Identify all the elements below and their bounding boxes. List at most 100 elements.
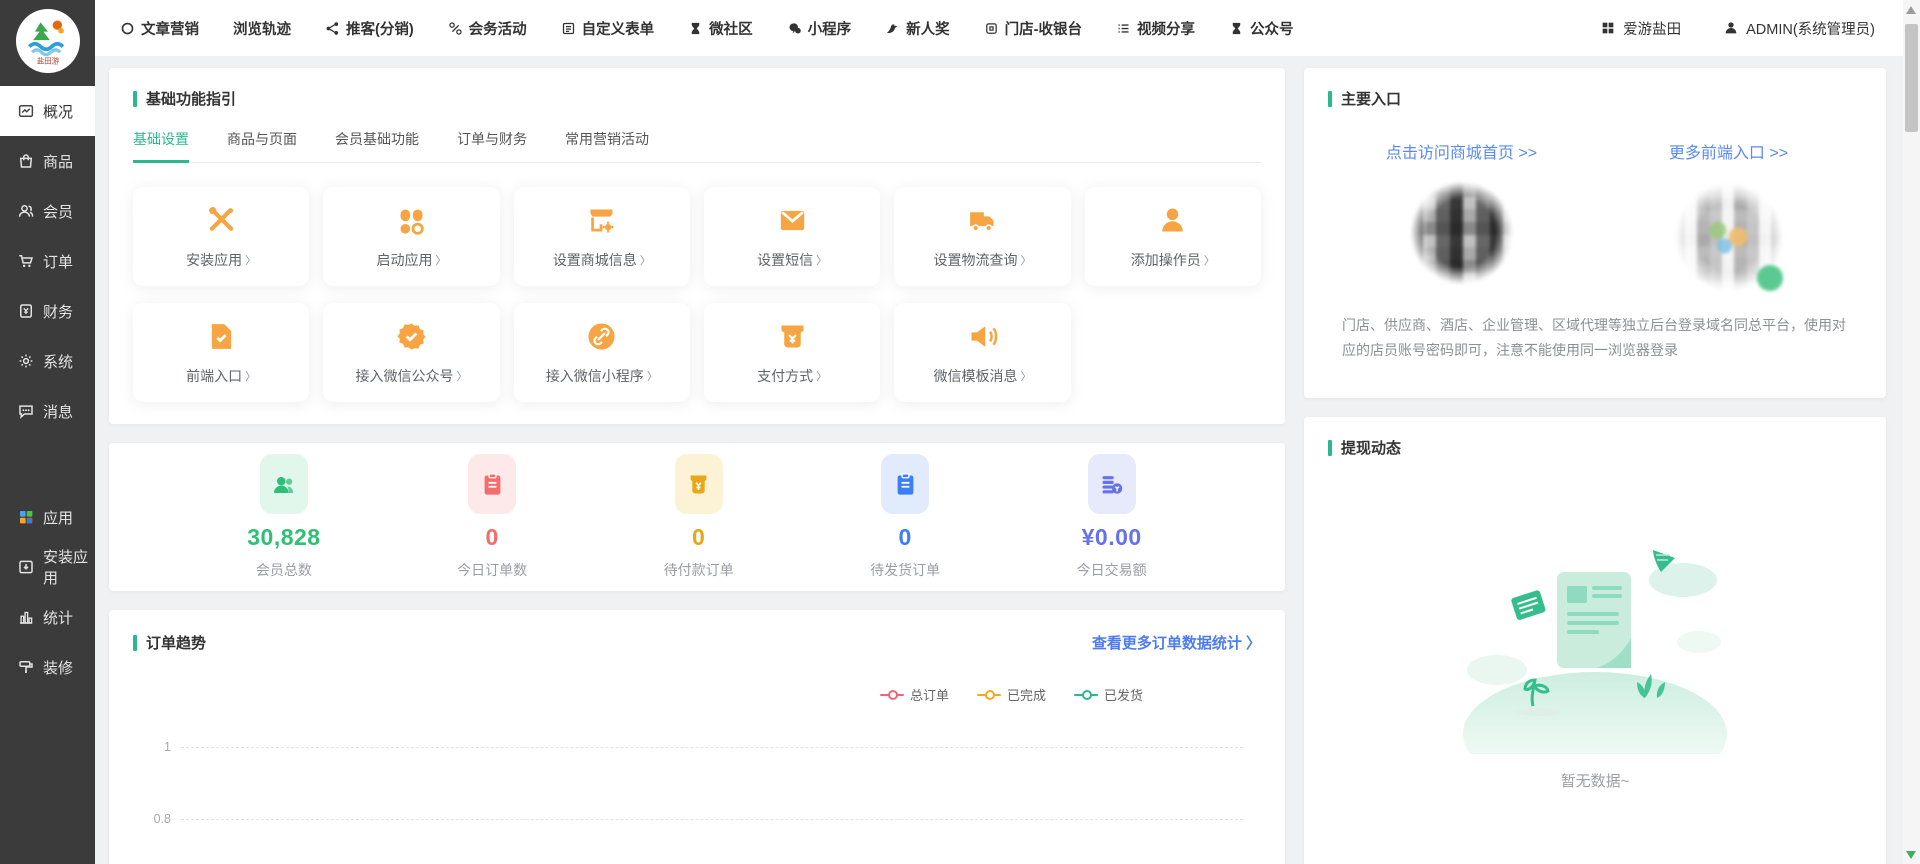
withdraw-title: 提现动态: [1341, 437, 1401, 458]
tab-marketing-activities[interactable]: 常用营销活动: [565, 129, 649, 163]
chevron-right-icon: 〉: [1204, 252, 1215, 268]
sidebar-item-label: 会员: [43, 201, 73, 222]
page-scrollbar[interactable]: [1903, 0, 1920, 864]
fn-card-label: 设置商城信息: [553, 250, 637, 270]
sidebar-item-decorate[interactable]: 装修: [0, 642, 95, 692]
fn-card-wechat-template-msg[interactable]: 微信模板消息〉: [894, 303, 1070, 402]
stat-label: 今日订单数: [457, 560, 527, 580]
guide-card-title: 基础功能指引: [146, 88, 236, 109]
gridline: [181, 747, 1243, 748]
user-menu[interactable]: ADMIN(系统管理员): [1723, 18, 1875, 39]
nav-newcomer-reward[interactable]: 新人奖: [885, 18, 950, 39]
install-app-icon: [17, 558, 35, 576]
legend-marker: [977, 694, 1001, 696]
legend-total-orders[interactable]: 总订单: [880, 685, 949, 704]
fn-card-label: 安装应用: [186, 250, 242, 270]
fn-card-install-app[interactable]: 安装应用〉: [133, 187, 309, 286]
scrollbar-thumb[interactable]: [1905, 24, 1918, 132]
list-icon: [1116, 21, 1131, 36]
entry-links-row: 点击访问商城首页 >> 更多前端入口 >>: [1328, 139, 1862, 163]
sidebar-item-goods[interactable]: 商品: [0, 136, 95, 186]
fn-card-frontend-entry[interactable]: 前端入口〉: [133, 303, 309, 402]
badge-check-icon: [395, 320, 428, 353]
finance-icon: [17, 302, 35, 320]
tab-goods-pages[interactable]: 商品与页面: [227, 129, 297, 163]
nav-video-share[interactable]: 视频分享: [1116, 18, 1195, 39]
nav-label: 小程序: [808, 18, 852, 39]
tools-icon: [205, 204, 238, 237]
fn-card-wechat-official[interactable]: 接入微信公众号〉: [323, 303, 499, 402]
sidebar-item-install-apps[interactable]: 安装应用: [0, 542, 95, 592]
fn-card-launch-app[interactable]: 启动应用〉: [323, 187, 499, 286]
chevron-right-icon: 〉: [816, 252, 827, 268]
chevron-right-icon: 〉: [456, 368, 467, 384]
nav-distribution[interactable]: 推客(分销): [325, 18, 414, 39]
site-logo[interactable]: 盐田游: [16, 9, 80, 73]
sidebar-item-messages[interactable]: 消息: [0, 386, 95, 436]
nav-store-cashier[interactable]: 门店-收银台: [984, 18, 1082, 39]
chevron-right-icon: 〉: [647, 368, 658, 384]
legend-completed[interactable]: 已完成: [977, 685, 1046, 704]
legend-label: 已完成: [1007, 685, 1046, 704]
members-icon: [17, 202, 35, 220]
site-switcher[interactable]: 爱游盐田: [1600, 18, 1681, 39]
sidebar-item-finance[interactable]: 财务: [0, 286, 95, 336]
legend-label: 总订单: [910, 685, 949, 704]
nav-micro-community[interactable]: 微社区: [688, 18, 753, 39]
fn-card-label: 微信模板消息: [933, 366, 1017, 386]
purse-stat-icon: [685, 471, 712, 498]
nav-label: 自定义表单: [582, 18, 655, 39]
fn-card-label: 启动应用: [376, 250, 432, 270]
more-order-stats-link[interactable]: 查看更多订单数据统计 〉: [1092, 632, 1261, 653]
legend-shipped[interactable]: 已发货: [1074, 685, 1143, 704]
sidebar-item-statistics[interactable]: 统计: [0, 592, 95, 642]
tab-member-basics[interactable]: 会员基础功能: [335, 129, 419, 163]
fn-card-wechat-miniprogram[interactable]: 接入微信小程序〉: [514, 303, 690, 402]
more-frontend-entry-link[interactable]: 更多前端入口 >>: [1669, 145, 1788, 162]
sidebar-item-overview[interactable]: 概况: [0, 86, 95, 136]
orders-cart-icon: [17, 252, 35, 270]
mall-homepage-qr-image: [1410, 181, 1514, 285]
tab-orders-finance[interactable]: 订单与财务: [457, 129, 527, 163]
sidebar-item-system[interactable]: 系统: [0, 336, 95, 386]
sidebar-item-apps[interactable]: 应用: [0, 492, 95, 542]
stat-value: 0: [485, 524, 498, 551]
fn-card-logistics[interactable]: 设置物流查询〉: [894, 187, 1070, 286]
nav-label: 浏览轨迹: [233, 18, 291, 39]
nav-browse-track[interactable]: 浏览轨迹: [233, 18, 291, 39]
chevron-right-icon: 〉: [245, 252, 256, 268]
sidebar-item-label: 安装应用: [43, 546, 95, 588]
fn-card-add-operator[interactable]: 添加操作员〉: [1085, 187, 1261, 286]
fn-card-label: 接入微信公众号: [355, 366, 453, 386]
main-entry-card: 主要入口 点击访问商城首页 >> 更多前端入口 >> 门店、供应商、酒店、企业管…: [1304, 68, 1886, 398]
grid-icon: [1600, 20, 1616, 36]
scroll-down-arrow-icon[interactable]: [1906, 851, 1916, 859]
fn-card-sms[interactable]: 设置短信〉: [704, 187, 880, 286]
link-circle-icon: [585, 320, 618, 353]
sidebar-item-orders[interactable]: 订单: [0, 236, 95, 286]
chevron-right-icon: 〉: [816, 368, 827, 384]
tab-basic-settings[interactable]: 基础设置: [133, 129, 189, 163]
entry-note-text: 门店、供应商、酒店、企业管理、区域代理等独立后台登录域名同总平台，使用对应的店员…: [1328, 313, 1862, 362]
nav-official-account[interactable]: 公众号: [1229, 18, 1294, 39]
chevron-right-icon: 〉: [640, 252, 651, 268]
decorate-icon: [17, 658, 35, 676]
nav-article-marketing[interactable]: 文章营销: [120, 18, 199, 39]
y-axis-tick: 1: [133, 740, 181, 754]
nav-mini-program[interactable]: 小程序: [787, 18, 852, 39]
scroll-up-arrow-icon[interactable]: [1906, 6, 1916, 14]
cashier-icon: [984, 21, 999, 36]
fn-card-mall-info[interactable]: 设置商城信息〉: [514, 187, 690, 286]
stat-label: 今日交易额: [1077, 560, 1147, 580]
sidebar-item-members[interactable]: 会员: [0, 186, 95, 236]
nav-conference-activity[interactable]: 会务活动: [448, 18, 527, 39]
megaphone-icon: [966, 320, 999, 353]
fn-card-payment[interactable]: 支付方式〉: [704, 303, 880, 402]
visit-mall-home-link[interactable]: 点击访问商城首页 >>: [1386, 145, 1537, 162]
gridline: [181, 819, 1243, 820]
stat-unpaid-orders: 0 待付款订单: [664, 454, 734, 580]
logo-graphic: 盐田游: [20, 13, 76, 69]
nav-custom-form[interactable]: 自定义表单: [561, 18, 655, 39]
nav-label: 公众号: [1250, 18, 1294, 39]
stat-value: 0: [899, 524, 912, 551]
